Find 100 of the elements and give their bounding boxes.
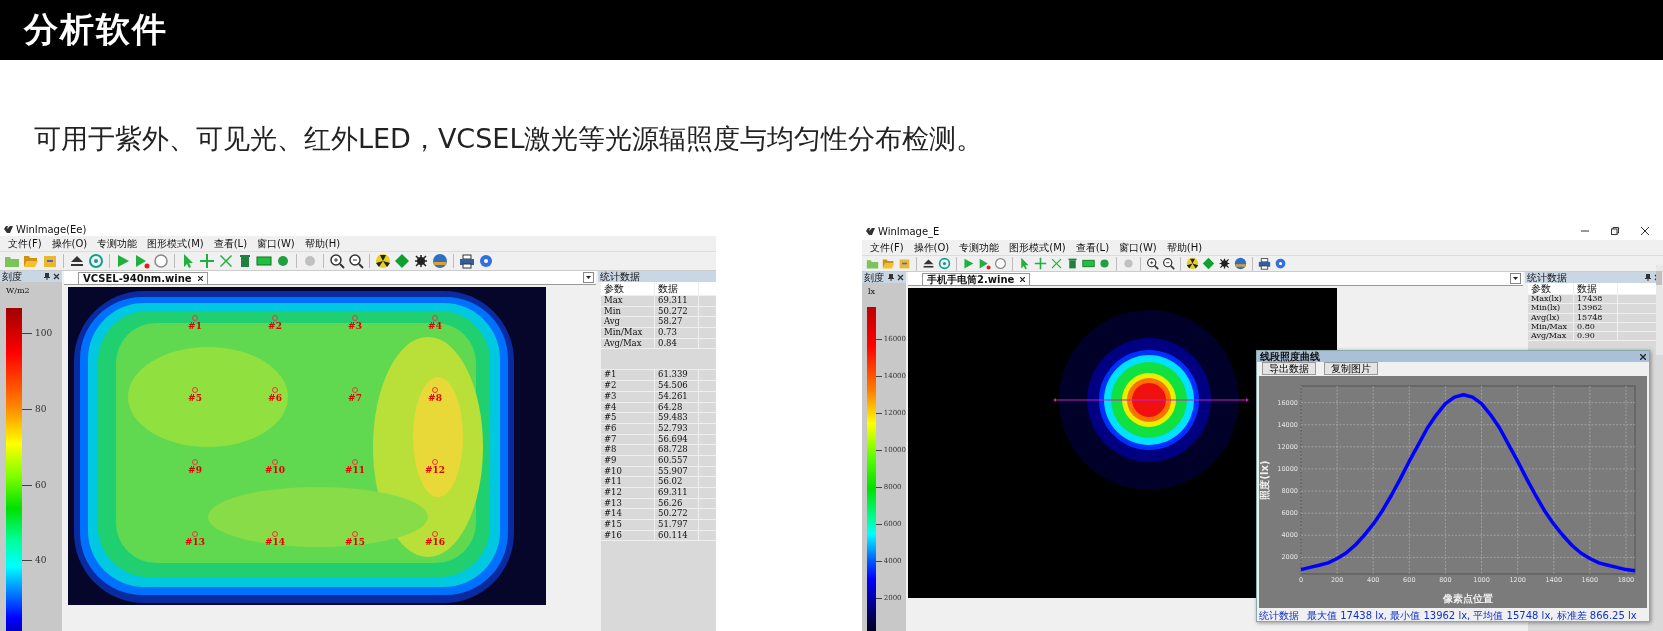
minimize-icon[interactable] [1581, 227, 1589, 235]
axis-label: 像素点位置 [1443, 593, 1493, 605]
zoom-out-icon[interactable] [348, 253, 364, 269]
globe-icon[interactable] [432, 253, 448, 269]
zoom-in-icon[interactable] [329, 253, 345, 269]
play-icon[interactable] [134, 253, 150, 269]
tab-label: VCSEL-940nm.wine [83, 273, 192, 284]
table-cell: 0.84 [655, 338, 699, 349]
table-cell: #15 [601, 520, 655, 530]
printer-icon[interactable] [1258, 257, 1271, 270]
rectangle-icon[interactable] [1082, 257, 1095, 270]
table-cell: 69.311 [655, 488, 699, 498]
hazard-icon[interactable] [1186, 257, 1199, 270]
cursor-icon[interactable] [1018, 257, 1031, 270]
caret-icon [586, 276, 591, 279]
scrollbar-thumb[interactable] [1656, 271, 1662, 285]
zoom-out-icon[interactable] [1162, 257, 1175, 270]
close-icon[interactable] [197, 276, 203, 281]
play-icon[interactable] [978, 257, 991, 270]
column-header: 数据 [655, 282, 699, 295]
table-cell: 68.728 [655, 445, 699, 455]
pin-icon[interactable] [1645, 274, 1651, 281]
scrollbar[interactable] [1656, 265, 1663, 355]
eject-icon[interactable] [922, 257, 935, 270]
menu-item[interactable]: 图形模式(M) [1009, 240, 1066, 255]
hazard-icon[interactable] [375, 253, 391, 269]
circle-icon[interactable] [1098, 257, 1111, 270]
plus-icon[interactable] [1034, 257, 1047, 270]
close-icon[interactable] [897, 274, 904, 281]
dropdown-button[interactable] [583, 272, 594, 283]
cross-icon[interactable] [218, 253, 234, 269]
play-icon[interactable] [962, 257, 975, 270]
menu-item[interactable]: 查看(L) [1075, 240, 1110, 255]
globe-icon[interactable] [1234, 257, 1247, 270]
open-folder-icon[interactable] [882, 257, 895, 270]
eject-icon[interactable] [69, 253, 85, 269]
close-icon[interactable] [1640, 353, 1646, 360]
trash-icon[interactable] [1066, 257, 1079, 270]
menu-item[interactable]: 操作(O) [913, 240, 950, 255]
menu-item[interactable]: 专测功能 [959, 240, 1000, 255]
dropdown-button[interactable] [1510, 273, 1521, 284]
table-cell: 50.272 [655, 509, 699, 520]
menu-item[interactable]: 窗口(W) [257, 236, 295, 251]
marker-label: #10 [264, 465, 286, 475]
description-text: 可用于紫外、可见光、红外LED，VCSEL激光等光源辐照度与均匀性分布检测。 [34, 122, 984, 156]
trash-icon[interactable] [237, 253, 253, 269]
stop-icon[interactable] [153, 253, 169, 269]
play-icon[interactable] [115, 253, 131, 269]
gear-icon[interactable] [413, 253, 429, 269]
table-cell: 0.73 [655, 328, 699, 338]
gear-icon[interactable] [1218, 257, 1231, 270]
menu-item[interactable]: 专测功能 [97, 236, 138, 251]
profile-line[interactable] [1053, 396, 1249, 404]
table-cell: 54.506 [655, 381, 699, 391]
drawer-icon[interactable] [42, 253, 58, 269]
close-icon[interactable] [1020, 277, 1026, 282]
document-tab[interactable]: 手机手电筒2.wine [922, 273, 1031, 285]
stop-icon[interactable] [994, 257, 1007, 270]
table-cell: 59.483 [655, 413, 699, 423]
circle-icon[interactable] [275, 253, 291, 269]
restore-icon[interactable] [1611, 227, 1619, 235]
help-icon[interactable] [478, 253, 494, 269]
menu-item[interactable]: 帮助(H) [304, 236, 341, 251]
tick-label: 60 [35, 479, 47, 491]
menu-item[interactable]: 帮助(H) [1166, 240, 1203, 255]
toolbar-button[interactable]: 复制图片 [1324, 362, 1378, 376]
table-cell: 58.27 [655, 317, 699, 328]
menu-item[interactable]: 图形模式(M) [147, 236, 204, 251]
table-cell: 56.02 [655, 477, 699, 487]
toolbar-button[interactable]: 导出数据 [1262, 362, 1316, 376]
menu-item[interactable]: 窗口(W) [1119, 240, 1157, 255]
menu-item[interactable]: 文件(F) [870, 240, 904, 255]
marker-label: #16 [424, 537, 446, 547]
menu-item[interactable]: 操作(O) [51, 236, 88, 251]
table-cell: 15748 [1574, 313, 1618, 322]
close-icon[interactable] [53, 273, 60, 280]
cross-icon[interactable] [1050, 257, 1063, 270]
table-cell: 56.26 [655, 498, 699, 509]
help-icon[interactable] [1274, 257, 1287, 270]
open-folder-icon[interactable] [23, 253, 39, 269]
marker-label: #13 [184, 537, 206, 547]
table-cell: Min/Max [601, 328, 655, 338]
panel-title: 统计数据 [600, 271, 640, 282]
rectangle-icon[interactable] [256, 253, 272, 269]
page-title: 分析软件 [24, 8, 168, 51]
table-cell: #14 [601, 509, 655, 520]
table-cell: 55.907 [655, 466, 699, 477]
table-cell: #2 [601, 381, 655, 391]
table-cell: Avg/Max [601, 338, 655, 349]
zoom-in-icon[interactable] [1146, 257, 1159, 270]
pin-icon[interactable] [44, 273, 50, 280]
document-tab[interactable]: VCSEL-940nm.wine [78, 272, 208, 284]
table-cell: 60.114 [655, 530, 699, 541]
menu-item[interactable]: 文件(F) [8, 236, 42, 251]
close-icon[interactable] [1641, 227, 1649, 235]
plus-icon[interactable] [199, 253, 215, 269]
drawer-icon[interactable] [898, 257, 911, 270]
menu-item[interactable]: 查看(L) [213, 236, 248, 251]
printer-icon[interactable] [459, 253, 475, 269]
pin-icon[interactable] [888, 274, 894, 281]
